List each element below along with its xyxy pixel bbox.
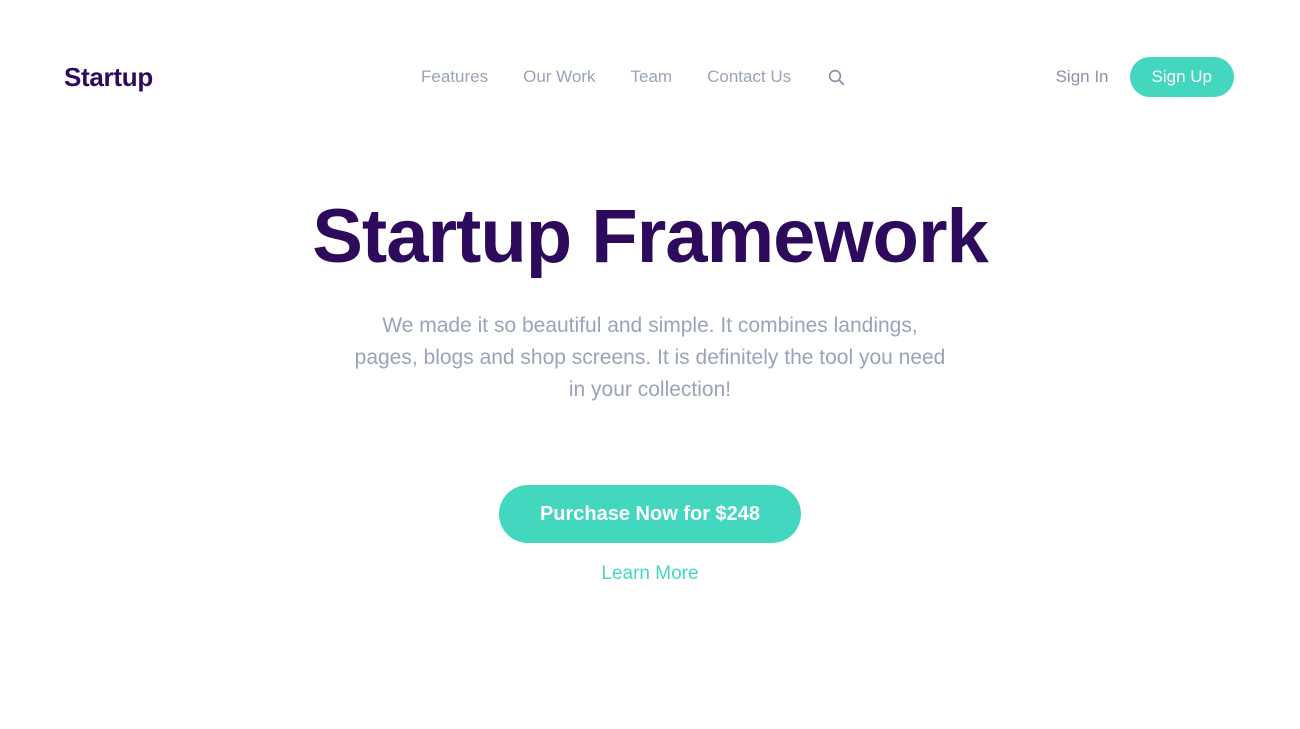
search-icon[interactable] [825, 64, 847, 90]
landing-page: Startup Features Our Work Team Contact U… [0, 0, 1300, 729]
secondary-cta-container: Learn More [0, 561, 1300, 587]
primary-cta-container: Purchase Now for $248 [0, 485, 1300, 543]
sign-in-link[interactable]: Sign In [1056, 57, 1109, 97]
hero-subtitle: We made it so beautiful and simple. It c… [354, 314, 946, 401]
learn-more-link[interactable]: Learn More [601, 563, 698, 584]
nav-item-contact-us[interactable]: Contact Us [707, 64, 791, 90]
page-title: Startup Framework [312, 194, 989, 279]
nav-item-team[interactable]: Team [631, 64, 673, 90]
main-navigation: Features Our Work Team Contact Us [421, 64, 847, 90]
nav-item-our-work[interactable]: Our Work [523, 64, 595, 90]
nav-item-features[interactable]: Features [421, 64, 488, 90]
purchase-now-button[interactable]: Purchase Now for $248 [499, 485, 801, 543]
brand-logo[interactable]: Startup [64, 62, 153, 92]
sign-up-button[interactable]: Sign Up [1129, 57, 1234, 97]
site-header: Startup Features Our Work Team Contact U… [0, 0, 1300, 154]
auth-actions: Sign In Sign Up [1056, 57, 1234, 97]
